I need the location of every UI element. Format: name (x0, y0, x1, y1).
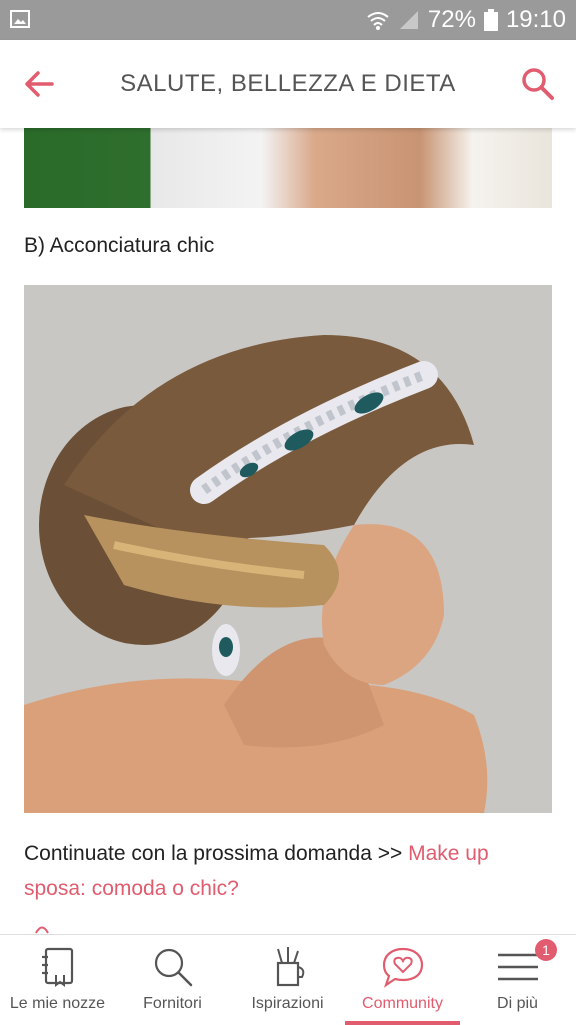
nav-le-mie-nozze[interactable]: Le mie nozze (0, 935, 115, 1025)
notebook-icon (41, 947, 73, 987)
page-title: SALUTE, BELLEZZA E DIETA (120, 70, 456, 97)
nav-ispirazioni[interactable]: Ispirazioni (230, 935, 345, 1025)
nav-label: Di più (497, 995, 538, 1012)
wifi-icon (367, 12, 389, 30)
notification-badge: 1 (535, 939, 557, 961)
nav-community[interactable]: Community (345, 935, 460, 1025)
heart-chat-icon (382, 947, 423, 988)
nav-di-piu[interactable]: 1 Di più (460, 935, 575, 1025)
partial-heart-icon (35, 926, 49, 934)
previous-photo (24, 128, 552, 208)
back-arrow-icon[interactable] (22, 66, 58, 102)
battery-icon (483, 9, 498, 31)
app-bar: SALUTE, BELLEZZA E DIETA (0, 40, 576, 128)
paragraph-text: Continuate con la prossima domanda >> (24, 842, 409, 865)
hairstyle-photo[interactable] (24, 285, 552, 813)
menu-icon (497, 953, 538, 981)
bottom-navigation: Le mie nozze Fornitori Ispirazioni Commu… (0, 934, 576, 1025)
article-content: B) Acconciatura chic Continuate con la p… (0, 128, 576, 934)
active-tab-indicator (345, 1021, 460, 1025)
search-icon[interactable] (520, 66, 556, 102)
status-bar: 72% 19:10 (0, 0, 576, 40)
pencil-cup-icon (276, 947, 304, 987)
section-heading: B) Acconciatura chic (24, 234, 215, 257)
search-icon (154, 948, 192, 987)
signal-icon (399, 11, 418, 29)
nav-label: Community (362, 995, 443, 1012)
nav-fornitori[interactable]: Fornitori (115, 935, 230, 1025)
nav-label: Le mie nozze (9, 995, 106, 1012)
nav-label: Fornitori (143, 995, 202, 1012)
battery-percent: 72% (427, 6, 476, 33)
next-question-text: Continuate con la prossima domanda >> Ma… (24, 836, 552, 906)
clock: 19:10 (505, 6, 566, 33)
gallery-icon (10, 10, 30, 28)
nav-label: Ispirazioni (251, 995, 324, 1012)
